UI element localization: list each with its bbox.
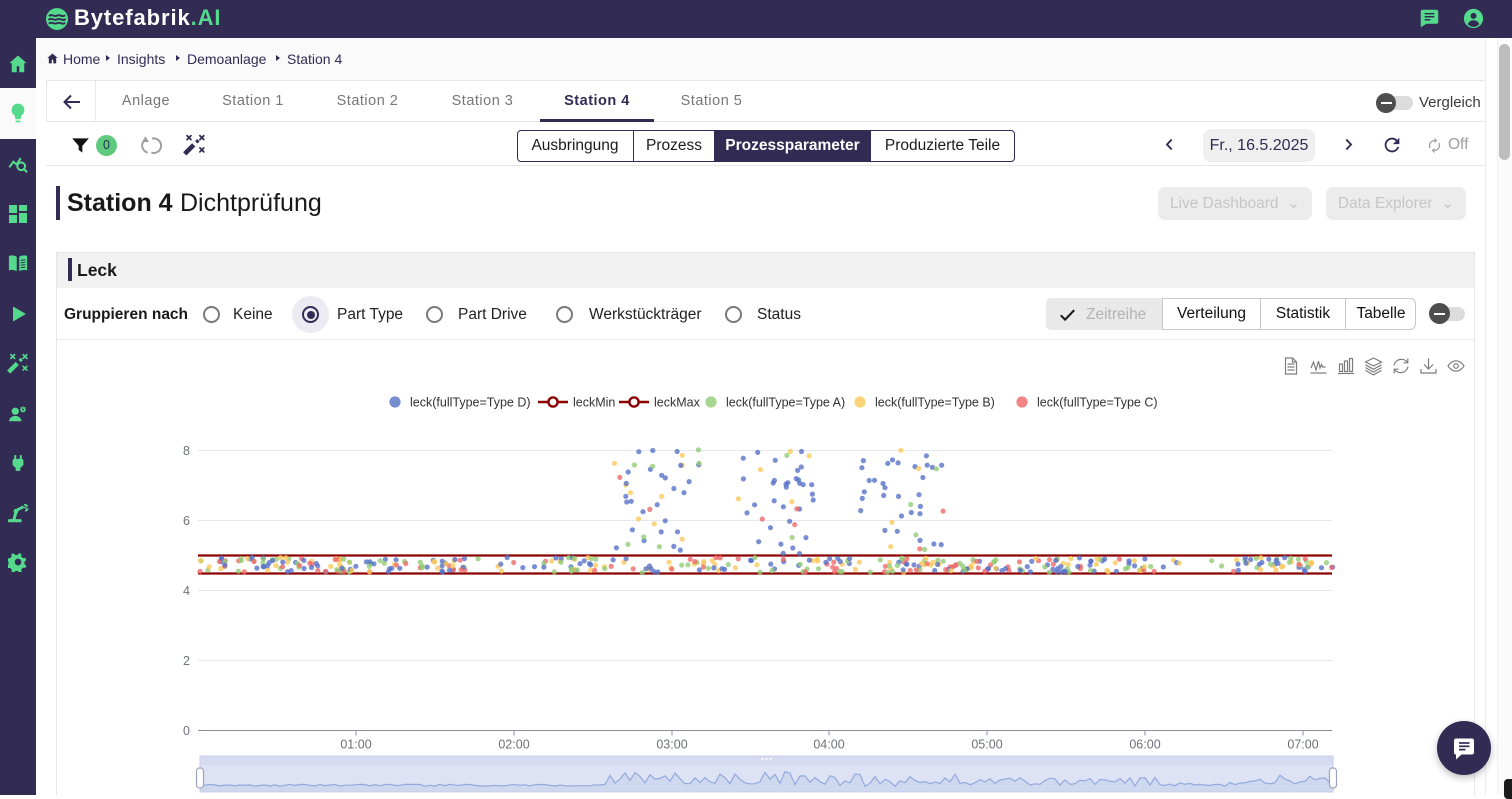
- svg-text:leck(fullType=Type B): leck(fullType=Type B): [875, 396, 995, 410]
- svg-text:0: 0: [183, 724, 190, 738]
- svg-text:4: 4: [183, 584, 190, 598]
- svg-text:leckMax: leckMax: [654, 396, 701, 410]
- svg-text:leck(fullType=Type D): leck(fullType=Type D): [410, 396, 531, 410]
- svg-text:05:00: 05:00: [971, 738, 1002, 752]
- svg-text:01:00: 01:00: [340, 738, 371, 752]
- svg-text:6: 6: [183, 514, 190, 528]
- svg-text:leckMin: leckMin: [573, 396, 615, 410]
- svg-text:leck(fullType=Type C): leck(fullType=Type C): [1037, 396, 1158, 410]
- svg-text:02:00: 02:00: [498, 738, 529, 752]
- svg-text:04:00: 04:00: [813, 738, 844, 752]
- svg-text:07:00: 07:00: [1287, 738, 1318, 752]
- svg-text:06:00: 06:00: [1129, 738, 1160, 752]
- svg-text:leck(fullType=Type A): leck(fullType=Type A): [726, 396, 845, 410]
- svg-text:8: 8: [183, 444, 190, 458]
- svg-text:03:00: 03:00: [656, 738, 687, 752]
- svg-text:2: 2: [183, 654, 190, 668]
